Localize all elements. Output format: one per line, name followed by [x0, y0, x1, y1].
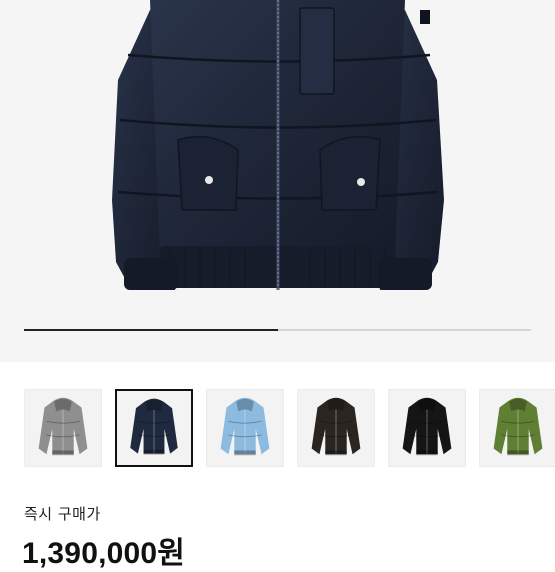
- jacket-dark-brown-icon: [311, 397, 361, 456]
- thumbnail-6[interactable]: [479, 389, 555, 467]
- thumbnail-3[interactable]: [206, 389, 284, 467]
- jacket-light-blue-icon: [220, 397, 270, 456]
- price-value: 1,390,000원: [22, 537, 186, 570]
- jacket-gray-icon: [38, 397, 88, 456]
- jacket-main-image: [112, 0, 444, 290]
- thumbnail-1[interactable]: [24, 389, 102, 467]
- thumbnail-strip: [0, 389, 555, 469]
- thumbnail-4[interactable]: [297, 389, 375, 467]
- jacket-black-icon: [402, 397, 452, 456]
- image-progress-fill: [24, 329, 278, 331]
- jacket-olive-icon: [493, 397, 543, 456]
- thumbnail-2[interactable]: [115, 389, 193, 467]
- product-image-viewer[interactable]: [0, 0, 555, 362]
- jacket-navy-icon: [130, 398, 178, 455]
- image-progress-bar: [24, 329, 531, 331]
- price-label: 즉시 구매가: [24, 505, 101, 523]
- thumbnail-5[interactable]: [388, 389, 466, 467]
